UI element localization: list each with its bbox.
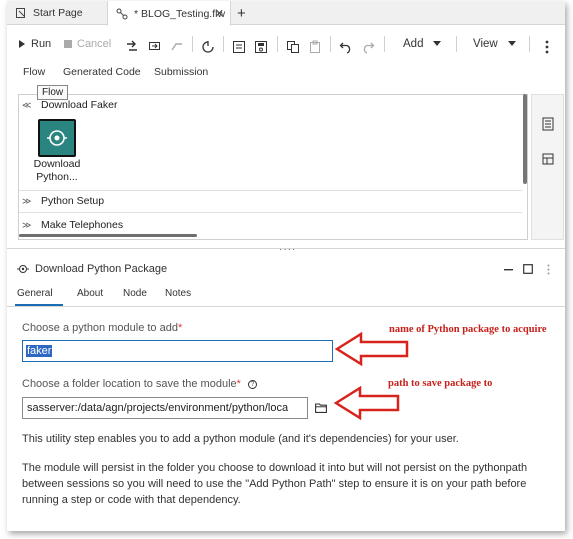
tab-submission[interactable]: Submission — [154, 66, 208, 78]
properties-icon[interactable] — [232, 37, 246, 57]
run-button[interactable]: Run — [17, 34, 51, 54]
undo-icon[interactable] — [339, 37, 353, 57]
toolbar-separator — [277, 36, 278, 52]
python-module-input[interactable]: faker — [22, 340, 333, 362]
help-icon[interactable]: ? — [247, 380, 257, 389]
table-icon[interactable] — [542, 153, 554, 165]
required-marker: * — [236, 378, 241, 390]
folder-icon[interactable] — [315, 403, 327, 413]
section-label: Download Faker — [41, 99, 118, 111]
expand-icon[interactable]: ≫ — [22, 196, 36, 207]
redo-icon[interactable] — [361, 37, 375, 57]
tab-notes[interactable]: Notes — [165, 288, 191, 299]
vertical-scrollbar[interactable] — [523, 94, 527, 184]
toolbar-separator — [192, 36, 193, 52]
add-label: Add — [403, 38, 424, 50]
view-menu-button[interactable]: View — [473, 34, 516, 54]
divider — [19, 212, 522, 213]
maximize-icon[interactable] — [523, 264, 533, 274]
flow-view-tabs: Flow Generated Code Submission — [7, 61, 565, 83]
folder-location-input[interactable]: sasserver:/data/agn/projects/environment… — [22, 397, 308, 419]
chevron-down-icon — [433, 41, 442, 46]
tooltip: Flow — [37, 85, 69, 100]
module-field-label: Choose a python module to add* — [22, 322, 182, 334]
close-icon[interactable]: ✕ — [215, 7, 224, 20]
start-page-icon — [16, 8, 25, 18]
add-tab-button[interactable]: + — [237, 1, 246, 25]
flow-section-download-faker[interactable]: ≪ Download Faker — [19, 94, 522, 116]
toolbar: Run Cancel Add View — [7, 30, 565, 58]
add-menu-button[interactable]: Add — [403, 34, 442, 54]
arrow-annotation-1 — [335, 332, 409, 366]
properties-title: Download Python Package — [35, 263, 168, 275]
properties-header: Download Python Package — [17, 261, 167, 277]
view-label: View — [473, 38, 498, 50]
divider — [7, 248, 565, 249]
required-marker: * — [177, 322, 183, 334]
more-options-icon[interactable] — [545, 37, 549, 57]
tab-node[interactable]: Node — [123, 288, 147, 299]
run-to-icon[interactable] — [125, 37, 139, 57]
divider — [7, 306, 565, 307]
section-label: Python Setup — [41, 195, 105, 207]
tab-label: * BLOG_Testing.flw — [134, 7, 226, 20]
module-label-text: Choose a python module to add — [22, 322, 178, 334]
refresh-icon[interactable] — [201, 37, 215, 57]
run-node-icon[interactable] — [170, 37, 184, 57]
toolbar-separator — [223, 36, 224, 52]
toolbar-separator — [456, 36, 457, 52]
folder-location-value: sasserver:/data/agn/projects/environment… — [27, 402, 289, 414]
description-line1: This utility step enables you to add a p… — [22, 433, 459, 445]
app-window: Start Page * BLOG_Testing.flw ✕ + Run Ca… — [7, 1, 565, 531]
run-label: Run — [31, 38, 52, 50]
python-module-value: faker — [26, 345, 53, 357]
section-label: Make Telephones — [41, 219, 124, 231]
run-from-icon[interactable] — [148, 37, 162, 57]
toolbar-separator — [529, 36, 530, 52]
cancel-label: Cancel — [77, 38, 112, 50]
tab-label: Start Page — [33, 7, 83, 19]
annotation-path-note: path to save package to — [388, 378, 493, 389]
toolbar-separator — [330, 36, 331, 52]
tab-strip: Start Page * BLOG_Testing.flw ✕ + — [7, 1, 565, 26]
more-options-icon[interactable] — [547, 264, 550, 275]
python-package-icon — [17, 265, 29, 273]
stop-icon — [64, 40, 72, 48]
properties-tabs: General About Node Notes — [7, 285, 565, 306]
minimize-icon[interactable] — [504, 269, 513, 271]
copy-icon[interactable] — [286, 37, 300, 57]
play-icon — [19, 40, 25, 48]
arrow-annotation-2 — [334, 386, 400, 420]
collapse-icon[interactable]: ≪ — [22, 100, 36, 111]
chevron-down-icon — [507, 41, 516, 46]
document-icon[interactable] — [542, 117, 554, 131]
pane-splitter[interactable]: ···· — [279, 244, 296, 255]
expand-icon[interactable]: ≫ — [22, 220, 36, 231]
python-package-icon — [47, 130, 67, 146]
save-as-icon[interactable] — [254, 37, 268, 57]
tab-flow[interactable]: Flow — [23, 66, 45, 78]
flow-section-make-telephones[interactable]: ≫ Make Telephones — [19, 214, 522, 236]
download-python-node[interactable] — [38, 119, 76, 157]
folder-label-text: Choose a folder location to save the mod… — [22, 378, 237, 390]
node-label-line2: Python... — [36, 171, 78, 183]
flow-file-icon — [116, 8, 128, 19]
right-side-panel — [531, 94, 564, 240]
tab-start-page[interactable]: Start Page — [7, 1, 107, 25]
tab-about[interactable]: About — [77, 288, 103, 299]
annotation-package-note: name of Python package to acquire — [389, 324, 547, 335]
toolbar-separator — [384, 36, 385, 52]
horizontal-scrollbar[interactable] — [19, 234, 197, 237]
flow-section-python-setup[interactable]: ≫ Python Setup — [19, 190, 522, 212]
tab-general[interactable]: General — [17, 288, 53, 299]
paste-icon[interactable] — [308, 37, 322, 57]
description-paragraph: The module will persist in the folder yo… — [22, 462, 528, 506]
tab-generated-code[interactable]: Generated Code — [63, 66, 141, 78]
tab-blog-testing[interactable]: * BLOG_Testing.flw ✕ — [107, 1, 231, 26]
folder-field-label: Choose a folder location to save the mod… — [22, 378, 257, 390]
node-label: Download Python... — [21, 158, 93, 184]
node-label-line1: Download — [33, 158, 81, 170]
cancel-button[interactable]: Cancel — [63, 34, 111, 54]
